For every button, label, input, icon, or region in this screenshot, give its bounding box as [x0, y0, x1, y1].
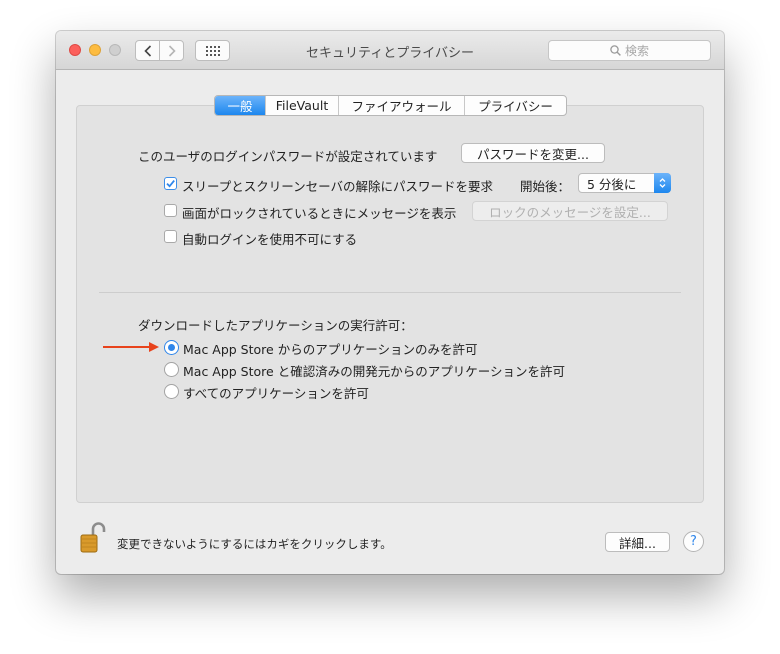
security-privacy-window: セキュリティとプライバシー 検索 一般 FileVault ファイアウォール プ…	[56, 31, 724, 574]
allow-app-store-label: Mac App Store からのアプリケーションのみを許可	[183, 342, 478, 357]
tab-firewall[interactable]: ファイアウォール	[338, 96, 464, 115]
help-button[interactable]: ?	[683, 531, 704, 552]
tab-filevault[interactable]: FileVault	[265, 96, 338, 115]
disable-auto-login-checkbox[interactable]	[164, 230, 177, 243]
allow-app-store-radio[interactable]	[164, 340, 179, 355]
checkmark-icon	[166, 180, 175, 188]
download-permission-heading: ダウンロードしたアプリケーションの実行許可：	[138, 318, 413, 333]
tab-privacy[interactable]: プライバシー	[464, 96, 566, 115]
allow-anywhere-radio[interactable]	[164, 384, 179, 399]
search-field[interactable]: 検索	[548, 40, 711, 61]
annotation-arrow-icon	[103, 342, 159, 352]
allow-identified-developers-radio[interactable]	[164, 362, 179, 377]
show-message-checkbox[interactable]	[164, 204, 177, 217]
tab-general[interactable]: 一般	[215, 96, 265, 115]
show-message-label: 画面がロックされているときにメッセージを表示	[182, 206, 457, 221]
login-password-status: このユーザのログインパスワードが設定されています	[138, 149, 438, 164]
set-lock-message-button[interactable]: ロックのメッセージを設定...	[472, 201, 668, 221]
section-divider	[99, 292, 681, 293]
password-delay-select[interactable]: 5 分後に	[578, 173, 671, 193]
advanced-button[interactable]: 詳細...	[605, 532, 670, 552]
search-icon	[610, 45, 621, 56]
unlocked-padlock-icon[interactable]	[80, 521, 106, 553]
lock-instruction-text: 変更できないようにするにはカギをクリックします。	[117, 537, 392, 551]
password-delay-value: 5 分後に	[587, 176, 637, 192]
select-stepper-icon	[654, 173, 671, 193]
tab-bar: 一般 FileVault ファイアウォール プライバシー	[214, 95, 567, 116]
title-bar: セキュリティとプライバシー 検索	[56, 31, 724, 70]
allow-identified-developers-label: Mac App Store と確認済みの開発元からのアプリケーションを許可	[183, 364, 565, 379]
delay-label: 開始後：	[520, 179, 571, 194]
allow-anywhere-label: すべてのアプリケーションを許可	[183, 386, 369, 401]
require-password-checkbox[interactable]	[164, 177, 177, 190]
require-password-label: スリープとスクリーンセーバの解除にパスワードを要求	[182, 179, 494, 194]
disable-auto-login-label: 自動ログインを使用不可にする	[182, 232, 358, 247]
change-password-button[interactable]: パスワードを変更...	[461, 143, 605, 163]
search-placeholder: 検索	[624, 44, 649, 58]
